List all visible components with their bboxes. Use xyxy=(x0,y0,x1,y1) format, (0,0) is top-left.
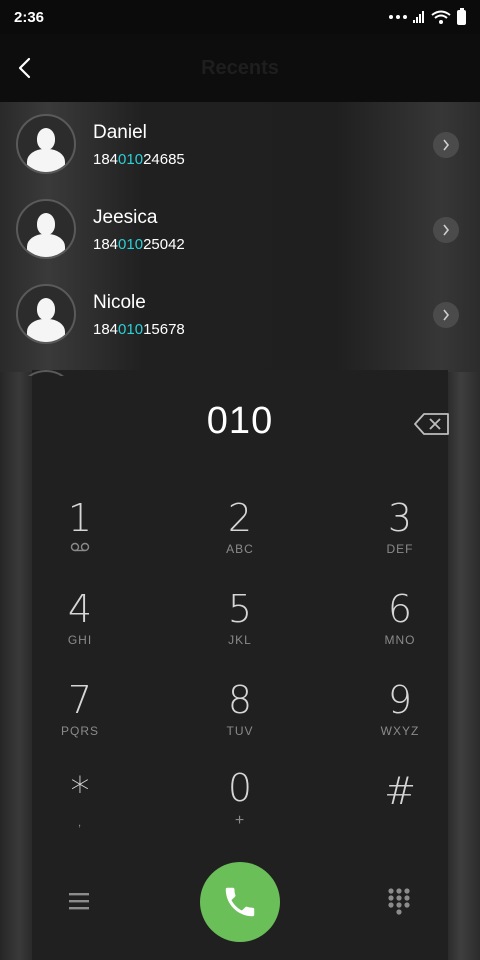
backspace-button[interactable] xyxy=(413,412,451,436)
wifi-icon xyxy=(431,10,451,24)
keypad-icon xyxy=(388,888,410,915)
contact-detail-button[interactable] xyxy=(433,217,459,243)
key-9[interactable]: 9 WXYZ xyxy=(340,678,460,758)
contact-detail-button[interactable] xyxy=(433,132,459,158)
signal-icon xyxy=(413,11,424,23)
backspace-icon xyxy=(414,413,449,435)
call-button[interactable] xyxy=(200,862,280,942)
list-item[interactable]: Daniel 18401024685 xyxy=(0,102,480,187)
contact-detail-button[interactable] xyxy=(433,302,459,328)
menu-icon xyxy=(69,893,89,910)
contact-number: 18401015678 xyxy=(93,321,185,338)
app-bar: Recents xyxy=(0,34,480,102)
chevron-right-icon xyxy=(443,139,450,151)
list-item[interactable]: Jeesica 18401025042 xyxy=(0,187,480,272)
key-star[interactable]: * , xyxy=(20,769,140,849)
contact-name: Nicole xyxy=(93,292,146,313)
chevron-right-icon xyxy=(443,309,450,321)
avatar xyxy=(16,199,76,259)
back-button[interactable] xyxy=(10,54,38,82)
key-6[interactable]: 6 MNO xyxy=(340,587,460,667)
status-time: 2:36 xyxy=(14,8,45,26)
contact-name: Daniel xyxy=(93,122,147,143)
battery-icon xyxy=(457,7,466,25)
back-arrow-icon xyxy=(18,57,31,79)
avatar xyxy=(16,284,76,344)
phone-icon xyxy=(225,887,255,917)
key-8[interactable]: 8 TUV xyxy=(180,678,300,758)
contact-number: 18401024685 xyxy=(93,151,185,168)
recents-list: Daniel 18401024685 Jeesica 18401025042 N… xyxy=(0,102,480,372)
key-4[interactable]: 4 GHI xyxy=(20,587,140,667)
more-dots-icon xyxy=(389,15,407,19)
contact-number: 18401025042 xyxy=(93,236,185,253)
key-0[interactable]: 0 + xyxy=(180,766,300,846)
avatar xyxy=(16,114,76,174)
dialed-number[interactable]: 010 xyxy=(0,400,480,443)
keypad-toggle-button[interactable] xyxy=(386,887,412,917)
key-1[interactable]: 1 xyxy=(20,496,140,576)
voicemail-icon xyxy=(70,542,90,552)
key-hash[interactable]: # xyxy=(340,769,460,849)
key-2[interactable]: 2 ABC xyxy=(180,496,300,576)
status-icons xyxy=(389,7,466,25)
key-3[interactable]: 3 DEF xyxy=(340,496,460,576)
avatar xyxy=(16,370,76,376)
chevron-right-icon xyxy=(443,224,450,236)
contact-name: Jeesica xyxy=(93,207,158,228)
key-7[interactable]: 7 PQRS xyxy=(20,678,140,758)
status-bar: 2:36 xyxy=(0,0,480,34)
list-item[interactable]: Nicole 18401015678 xyxy=(0,272,480,357)
page-title: Recents xyxy=(201,56,279,79)
menu-button[interactable] xyxy=(66,890,94,912)
key-5[interactable]: 5 JKL xyxy=(180,587,300,667)
